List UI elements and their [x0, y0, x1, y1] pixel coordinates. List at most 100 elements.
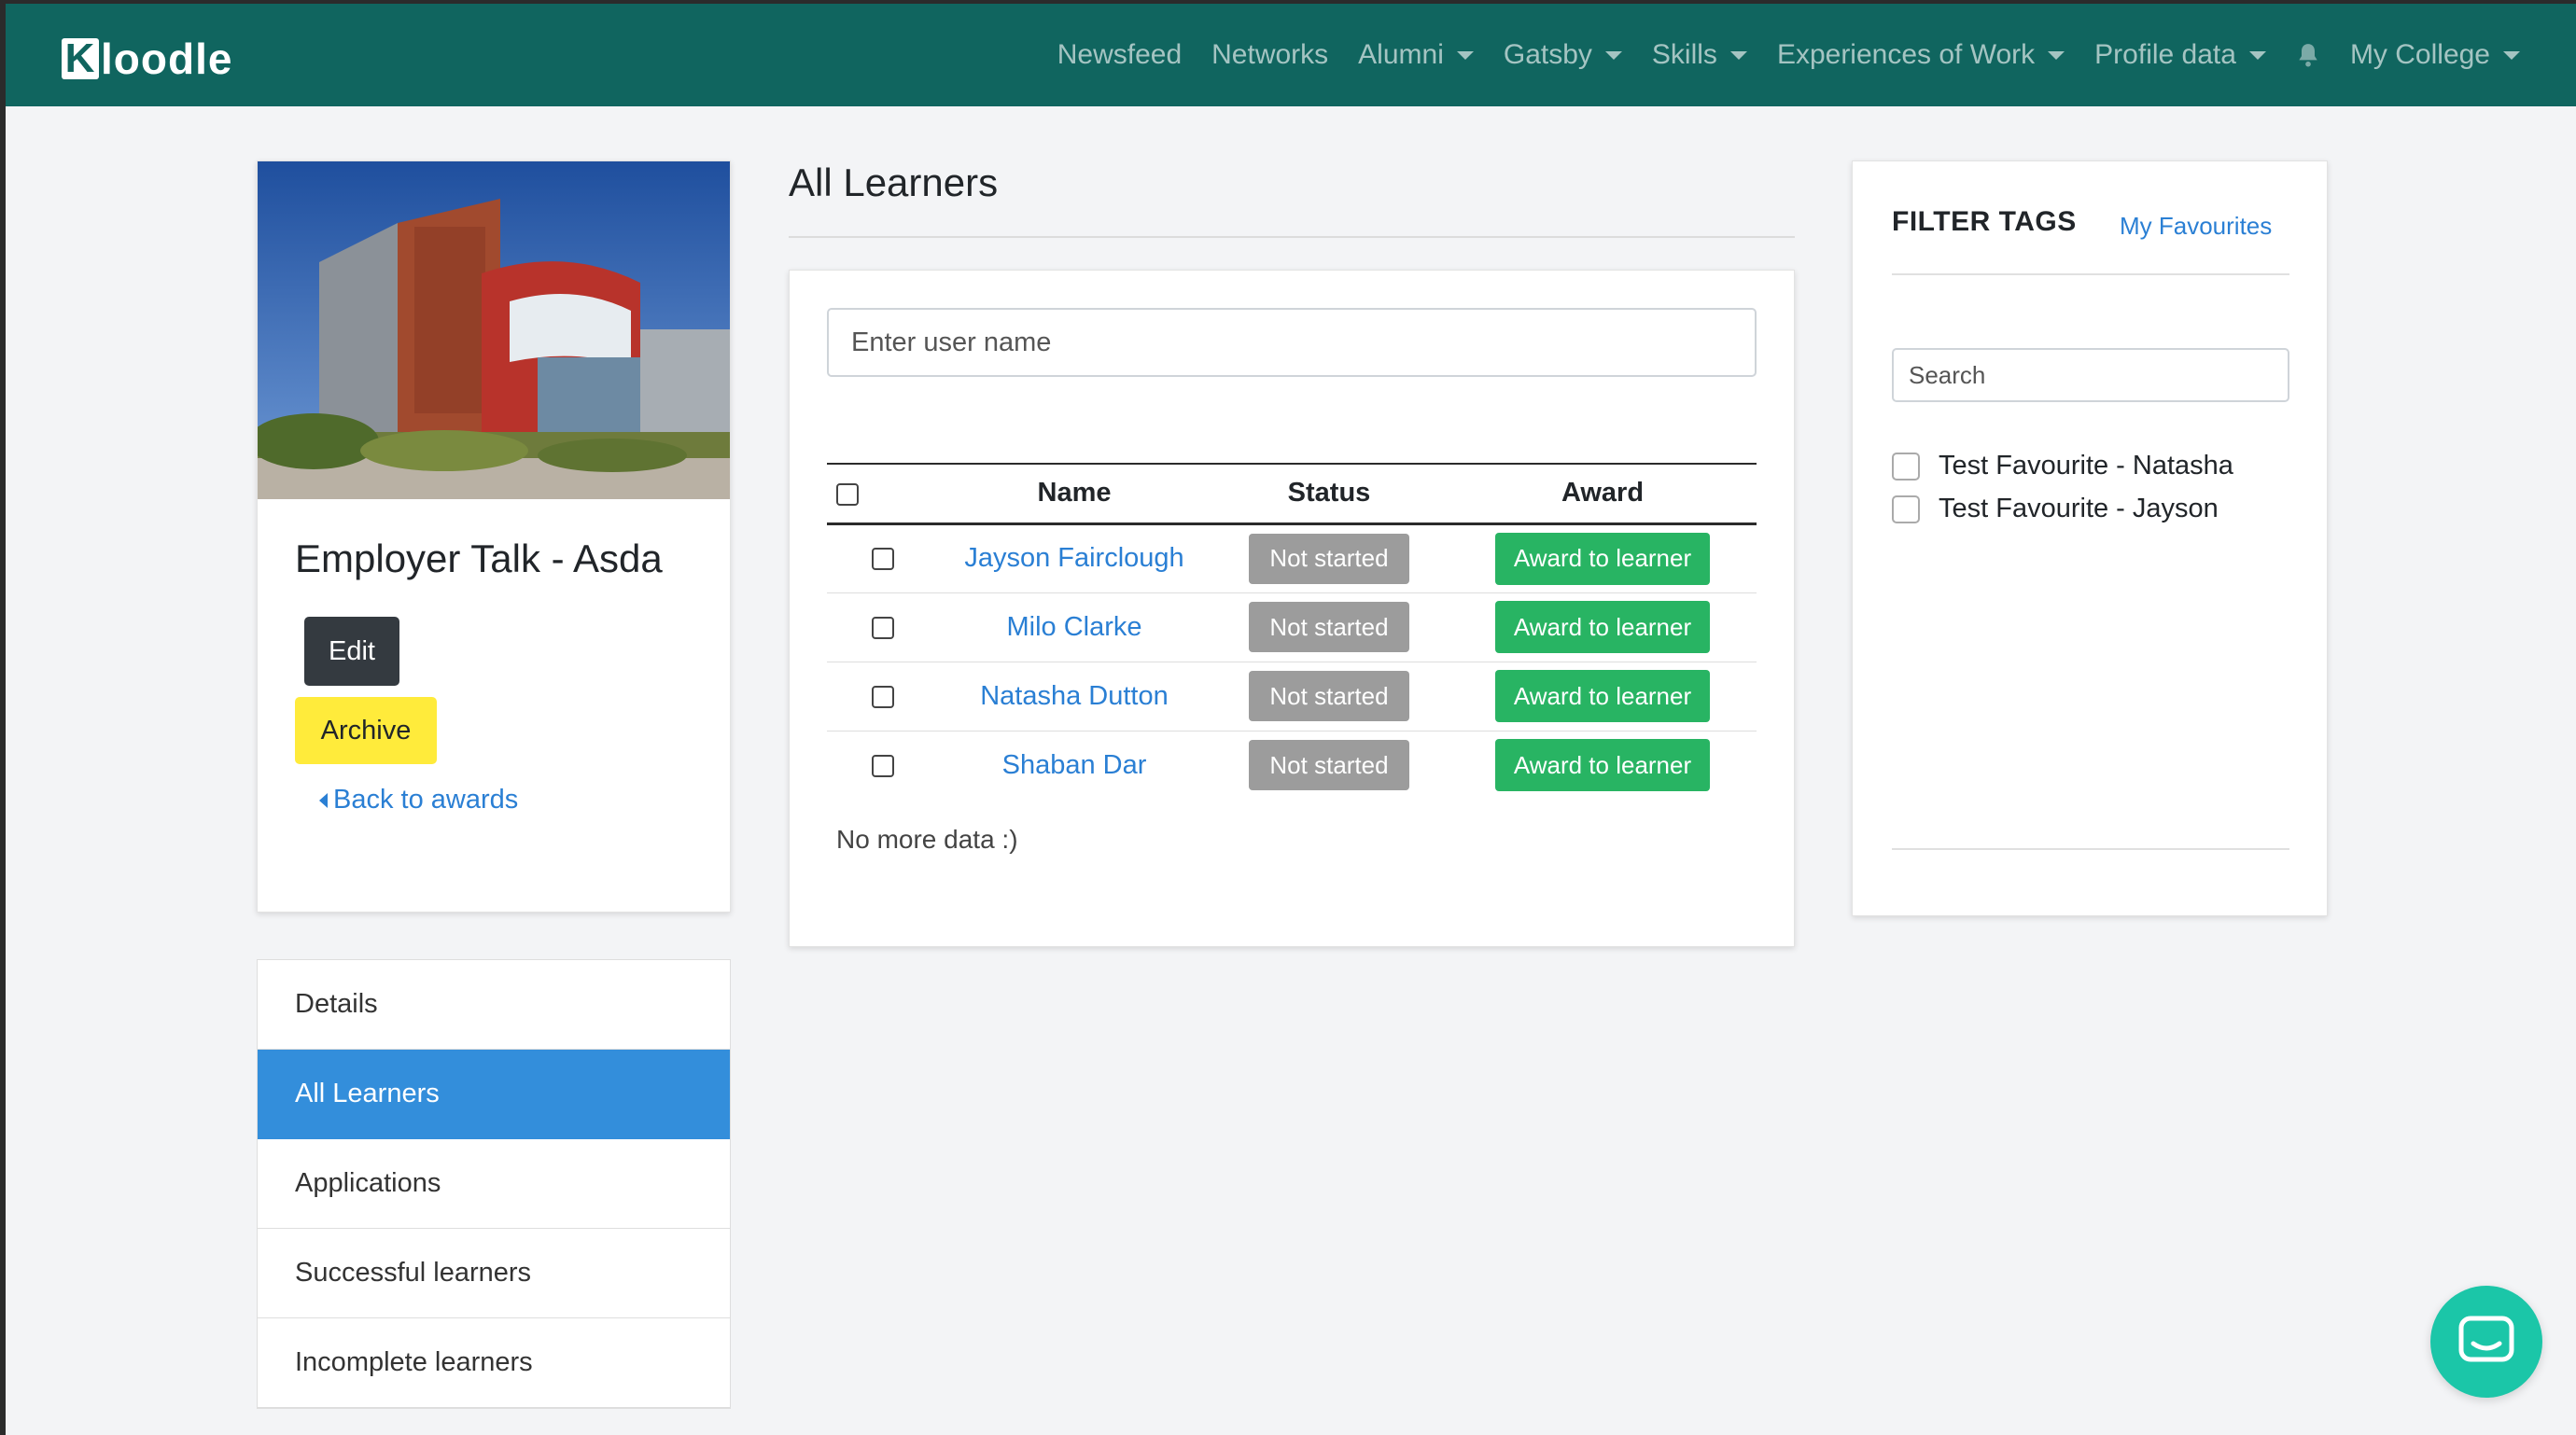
user-name-input[interactable]: [827, 308, 1757, 377]
filter-search-input[interactable]: [1892, 348, 2289, 402]
row-check-cell: [827, 662, 939, 731]
chevron-down-icon: [2048, 50, 2065, 60]
status-badge: Not started: [1249, 671, 1409, 721]
no-more-data-text: No more data :): [836, 825, 1018, 854]
back-to-awards-link[interactable]: Back to awards: [319, 785, 518, 815]
award-cell: Award to learner: [1449, 662, 1757, 731]
select-all-checkbox[interactable]: [836, 482, 859, 506]
status-badge: Not started: [1249, 740, 1409, 791]
table-row: Jayson Fairclough Not started Award to l…: [827, 523, 1757, 593]
chevron-down-icon: [1456, 50, 1474, 60]
award-to-learner-button[interactable]: Award to learner: [1495, 739, 1710, 792]
award-cell: Award to learner: [1449, 731, 1757, 800]
chevron-down-icon: [2503, 50, 2520, 60]
tag-checkbox[interactable]: [1892, 495, 1920, 523]
logo-k-box: K: [62, 38, 99, 79]
nav-newsfeed[interactable]: Newsfeed: [1057, 39, 1182, 71]
row-checkbox[interactable]: [872, 685, 894, 708]
status-cell: Not started: [1210, 662, 1449, 731]
row-checkbox[interactable]: [872, 548, 894, 571]
page-title: All Learners: [789, 160, 999, 204]
nav-networks[interactable]: Networks: [1211, 39, 1328, 71]
chevron-down-icon: [2248, 50, 2266, 60]
award-cell: Award to learner: [1449, 523, 1757, 593]
status-badge: Not started: [1249, 533, 1409, 584]
logo-text: loodle: [101, 35, 233, 83]
nav-experiences-of-work[interactable]: Experiences of Work: [1777, 39, 2065, 71]
table-row: Natasha Dutton Not started Award to lear…: [827, 662, 1757, 731]
top-navbar: Kloodle Newsfeed Networks Alumni Gatsby …: [6, 4, 2576, 106]
bell-icon: [2299, 44, 2317, 67]
nav-alumni-label: Alumni: [1358, 39, 1444, 70]
learners-table: Name Status Award Jayson Fairclough Not …: [827, 463, 1757, 800]
notifications-button[interactable]: [2296, 42, 2320, 68]
name-cell: Jayson Fairclough: [939, 523, 1210, 593]
filter-tag-item[interactable]: Test Favourite - Jayson: [1892, 494, 2219, 524]
side-item-incomplete-learners[interactable]: Incomplete learners: [258, 1318, 730, 1408]
side-item-applications[interactable]: Applications: [258, 1139, 730, 1229]
building-photo: [258, 161, 730, 499]
tag-label: Test Favourite - Jayson: [1939, 494, 2219, 523]
learner-name-link[interactable]: Jayson Fairclough: [964, 543, 1183, 573]
award-cell: Award to learner: [1449, 592, 1757, 662]
award-to-learner-button[interactable]: Award to learner: [1495, 601, 1710, 653]
nav-newsfeed-label: Newsfeed: [1057, 39, 1183, 70]
nav-gatsby-label: Gatsby: [1503, 39, 1592, 70]
row-checkbox[interactable]: [872, 616, 894, 639]
window-edge: [0, 0, 6, 1435]
select-all-cell: [827, 464, 939, 523]
filter-divider: [1892, 273, 2289, 275]
award-to-learner-button[interactable]: Award to learner: [1495, 670, 1710, 722]
nav-alumni[interactable]: Alumni: [1358, 39, 1474, 71]
row-check-cell: [827, 523, 939, 593]
edit-button[interactable]: Edit: [304, 617, 399, 686]
status-cell: Not started: [1210, 731, 1449, 800]
filter-tag-item[interactable]: Test Favourite - Natasha: [1892, 451, 2233, 481]
table-header-row: Name Status Award: [827, 464, 1757, 523]
side-item-successful-learners[interactable]: Successful learners: [258, 1229, 730, 1318]
col-status: Status: [1287, 478, 1371, 509]
side-menu: Details All Learners Applications Succes…: [257, 959, 731, 1409]
row-checkbox[interactable]: [872, 755, 894, 778]
nav-experiences-label: Experiences of Work: [1776, 39, 2036, 70]
side-item-details[interactable]: Details: [258, 960, 730, 1050]
nav-skills[interactable]: Skills: [1652, 39, 1747, 71]
name-cell: Shaban Dar: [939, 731, 1210, 800]
side-item-all-learners[interactable]: All Learners: [258, 1050, 730, 1139]
status-badge: Not started: [1249, 602, 1409, 652]
nav-profile-data-label: Profile data: [2094, 39, 2236, 70]
learner-name-link[interactable]: Natasha Dutton: [980, 681, 1169, 711]
nav-items: Newsfeed Networks Alumni Gatsby Skills E…: [1028, 4, 2520, 106]
tag-label: Test Favourite - Natasha: [1939, 451, 2233, 481]
chat-icon: [2458, 1316, 2514, 1362]
nav-my-college[interactable]: My College: [2350, 39, 2520, 71]
table-row: Milo Clarke Not started Award to learner: [827, 592, 1757, 662]
caret-left-icon: [319, 792, 328, 808]
nav-networks-label: Networks: [1211, 39, 1329, 70]
event-title: Employer Talk - Asda: [295, 536, 663, 580]
event-card: Employer Talk - Asda Edit Archive Back t…: [257, 160, 731, 913]
event-image: [258, 161, 730, 499]
row-check-cell: [827, 592, 939, 662]
nav-profile-data[interactable]: Profile data: [2094, 39, 2266, 71]
learners-card: Name Status Award Jayson Fairclough Not …: [789, 270, 1795, 947]
learner-name-link[interactable]: Shaban Dar: [1002, 750, 1147, 780]
learner-name-link[interactable]: Milo Clarke: [1006, 612, 1141, 642]
filter-tags-title: FILTER TAGS: [1892, 206, 2077, 237]
table-row: Shaban Dar Not started Award to learner: [827, 731, 1757, 800]
tag-checkbox[interactable]: [1892, 452, 1920, 481]
award-to-learner-button[interactable]: Award to learner: [1495, 532, 1710, 585]
nav-skills-label: Skills: [1651, 39, 1717, 70]
chat-launcher-button[interactable]: [2430, 1286, 2542, 1398]
my-favourites-link[interactable]: My Favourites: [2120, 212, 2272, 241]
row-check-cell: [827, 731, 939, 800]
col-name: Name: [1037, 478, 1112, 509]
status-cell: Not started: [1210, 592, 1449, 662]
nav-gatsby[interactable]: Gatsby: [1504, 39, 1622, 71]
kloodle-logo[interactable]: Kloodle: [62, 34, 232, 84]
archive-button[interactable]: Archive: [295, 697, 437, 764]
back-to-awards-label: Back to awards: [333, 785, 519, 815]
chevron-down-icon: [1729, 50, 1747, 60]
filter-tags-card: FILTER TAGS My Favourites Test Favourite…: [1852, 160, 2328, 916]
filter-bottom-divider: [1892, 848, 2289, 850]
